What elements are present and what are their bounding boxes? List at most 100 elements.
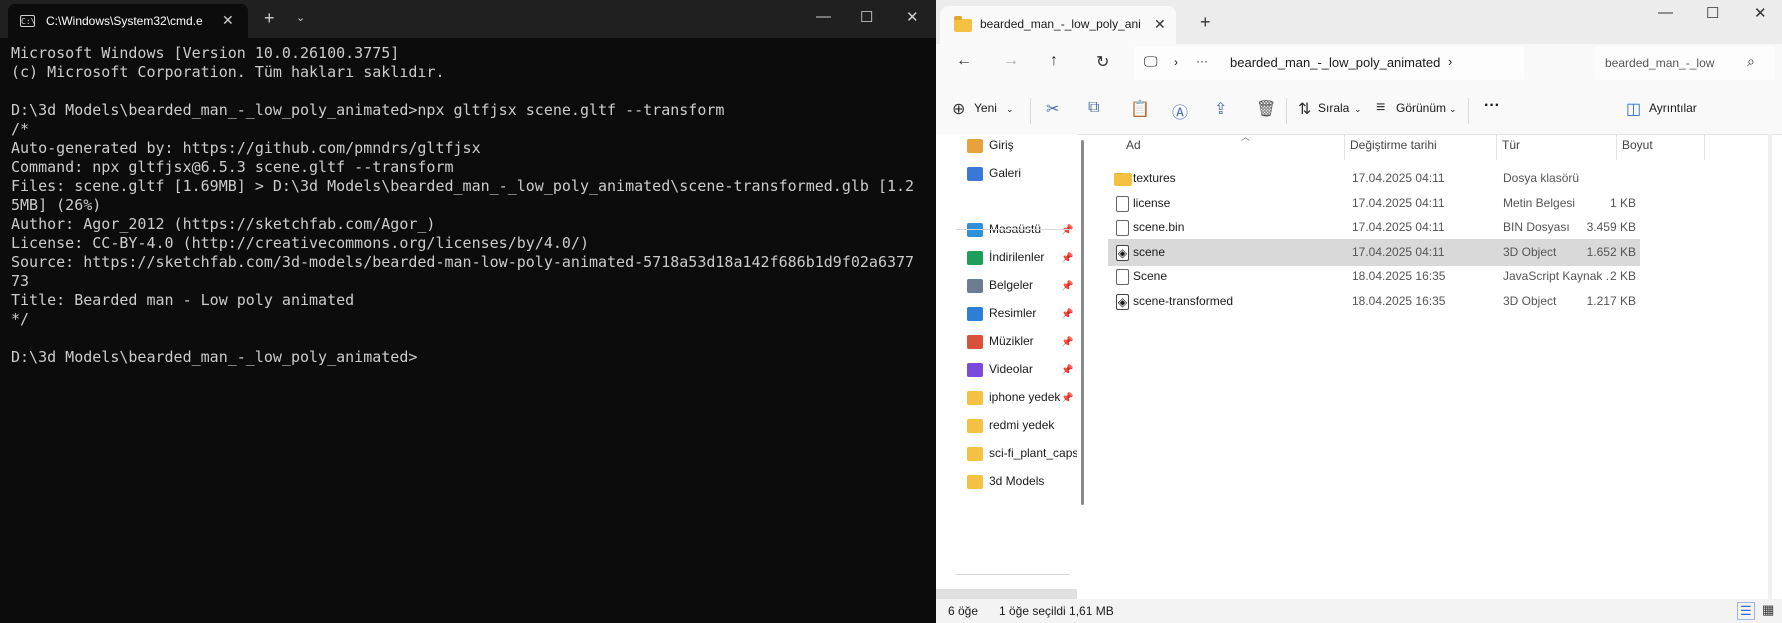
nav-divider <box>956 574 1070 575</box>
minimize-button[interactable]: — <box>1658 4 1673 21</box>
nav-item[interactable]: 3d Models <box>967 474 1077 494</box>
chevron-right-icon: › <box>1448 54 1453 69</box>
paste-icon[interactable]: 📋 <box>1130 99 1150 119</box>
file-row[interactable]: scene.bin 17.04.2025 04:11 BIN Dosyası 3.45… <box>1108 214 1640 241</box>
pictures-icon <box>967 306 983 321</box>
divider <box>1030 98 1031 124</box>
delete-icon[interactable]: 🗑 <box>1256 99 1276 119</box>
file-type: Dosya klasörü <box>1503 171 1580 185</box>
search-placeholder: bearded_man_-_low <box>1605 56 1715 70</box>
file-size: 1 KB <box>1609 195 1636 210</box>
nav-item-label: Videolar <box>989 362 1033 376</box>
selection-info: 1 öğe seçildi 1,61 MB <box>999 604 1114 618</box>
nav-item[interactable]: redmi yedek <box>967 418 1077 438</box>
maximize-button[interactable]: ☐ <box>860 8 873 26</box>
cmd-icon: C:\ <box>20 15 36 27</box>
file-list-scrollbar[interactable] <box>1768 134 1772 599</box>
tab-dropdown-button[interactable]: ⌄ <box>296 11 305 24</box>
file-row[interactable]: Scene 18.04.2025 16:35 JavaScript Kaynak .… <box>1108 263 1640 290</box>
text-file-icon <box>1116 195 1129 212</box>
sort-button[interactable]: Sırala <box>1318 101 1349 115</box>
pin-icon: 📌 <box>1061 225 1074 236</box>
item-count: 6 öğe <box>948 604 979 618</box>
3d-object-icon: ◈ <box>1116 294 1129 310</box>
details-view-icon[interactable]: ☰ <box>1737 602 1755 620</box>
terminal-output[interactable]: Microsoft Windows [Version 10.0.26100.37… <box>11 44 931 367</box>
up-button[interactable]: ↑ <box>1050 52 1058 70</box>
copy-icon[interactable]: ⧉ <box>1088 99 1099 117</box>
pin-icon: 📌 <box>1061 281 1074 292</box>
3d-object-icon: ◈ <box>1116 244 1129 261</box>
column-header-name[interactable]: Ad <box>1126 138 1141 152</box>
column-divider[interactable] <box>1704 134 1705 160</box>
close-window-button[interactable]: ✕ <box>1754 4 1767 22</box>
file-row[interactable]: ◈ scene-transformed 18.04.2025 16:35 3D Obj… <box>1108 288 1640 315</box>
nav-item-label: Resimler <box>989 306 1037 320</box>
new-icon: ⊕ <box>952 101 966 118</box>
column-divider[interactable] <box>1496 134 1497 160</box>
file-row[interactable]: license 17.04.2025 04:11 Metin Belgesi 1 KB <box>1108 190 1640 217</box>
more-options-button[interactable]: ··· <box>1484 97 1500 115</box>
search-input[interactable]: bearded_man_-_low ⌕ <box>1595 46 1775 80</box>
nav-item-label: sci-fi_plant_caps <box>989 446 1077 460</box>
rename-icon[interactable]: Ⓐ <box>1172 99 1188 123</box>
new-tab-button[interactable]: + <box>1200 12 1211 33</box>
terminal-line: 73 <box>11 272 30 290</box>
terminal-tab[interactable]: C:\ C:\Windows\System32\cmd.e ✕ <box>8 4 248 38</box>
column-header-date[interactable]: Değiştirme tarihi <box>1350 138 1437 152</box>
address-bar[interactable]: 🖵 › ··· bearded_man_-_low_poly_animated … <box>1134 46 1524 80</box>
breadcrumb-current[interactable]: bearded_man_-_low_poly_animated <box>1230 55 1440 70</box>
nav-item[interactable]: Giriş <box>967 138 1077 158</box>
forward-button[interactable]: → <box>1003 52 1019 70</box>
file-row[interactable]: textures 17.04.2025 04:11 Dosya klasörü <box>1108 165 1640 192</box>
minimize-button[interactable]: — <box>816 8 831 25</box>
new-tab-button[interactable]: + <box>264 8 275 29</box>
terminal-line: Source: https://sketchfab.com/3d-models/… <box>11 253 915 271</box>
new-button[interactable]: Yeni <box>974 101 997 115</box>
terminal-window: C:\ C:\Windows\System32\cmd.e ✕ + ⌄ — ☐ … <box>0 0 936 623</box>
terminal-tab-title: C:\Windows\System32\cmd.e <box>46 14 203 28</box>
terminal-line: (c) Microsoft Corporation. Tüm hakları s… <box>11 63 445 81</box>
folder-icon <box>967 446 983 461</box>
chevron-right-icon: › <box>1174 55 1178 69</box>
chevron-down-icon: ⌄ <box>1449 104 1457 114</box>
terminal-line: Microsoft Windows [Version 10.0.26100.37… <box>11 44 400 62</box>
file-size: 2 KB <box>1609 269 1636 284</box>
folder-icon <box>967 418 983 433</box>
tiles-view-icon[interactable]: ▦ <box>1762 602 1774 618</box>
search-icon: ⌕ <box>1747 53 1755 69</box>
nav-item-label: Müzikler <box>989 334 1034 348</box>
file-size: 1.217 KB <box>1586 294 1636 308</box>
file-name: scene <box>1133 244 1166 259</box>
refresh-button[interactable]: ↻ <box>1096 52 1109 72</box>
sort-arrow-icon: ︿ <box>1241 132 1251 142</box>
column-header-size[interactable]: Boyut <box>1622 138 1653 152</box>
cut-icon[interactable]: ✂ <box>1046 99 1059 119</box>
divider <box>1468 98 1469 124</box>
close-tab-icon[interactable]: ✕ <box>222 12 234 29</box>
details-button[interactable]: Ayrıntılar <box>1649 101 1697 115</box>
back-button[interactable]: ← <box>956 52 972 70</box>
nav-item-label: redmi yedek <box>989 418 1055 432</box>
maximize-button[interactable]: ☐ <box>1706 4 1719 22</box>
share-icon[interactable]: ⇪ <box>1214 99 1227 119</box>
breadcrumb-more[interactable]: ··· <box>1196 54 1208 68</box>
nav-item[interactable]: sci-fi_plant_caps <box>967 446 1077 466</box>
pin-icon: 📌 <box>1061 393 1074 404</box>
column-divider[interactable] <box>1344 134 1345 160</box>
nav-item[interactable]: Galeri <box>967 166 1077 186</box>
pin-icon: 📌 <box>1061 253 1074 264</box>
close-window-button[interactable]: ✕ <box>906 8 919 26</box>
explorer-tab[interactable]: bearded_man_-_low_poly_anin ✕ <box>940 6 1176 44</box>
close-tab-icon[interactable]: ✕ <box>1154 16 1166 33</box>
column-divider[interactable] <box>1616 134 1617 160</box>
nav-item-partial[interactable] <box>936 589 1077 599</box>
file-row[interactable]: ◈ scene 17.04.2025 04:11 3D Object 1.652 KB <box>1108 238 1640 266</box>
nav-scrollbar[interactable] <box>1081 140 1084 505</box>
column-header-type[interactable]: Tür <box>1502 138 1520 152</box>
view-button[interactable]: Görünüm <box>1396 101 1446 115</box>
terminal-line: Author: Agor_2012 (https://sketchfab.com… <box>11 215 436 233</box>
documents-icon <box>967 278 983 293</box>
file-size: 1.652 KB <box>1586 244 1636 259</box>
